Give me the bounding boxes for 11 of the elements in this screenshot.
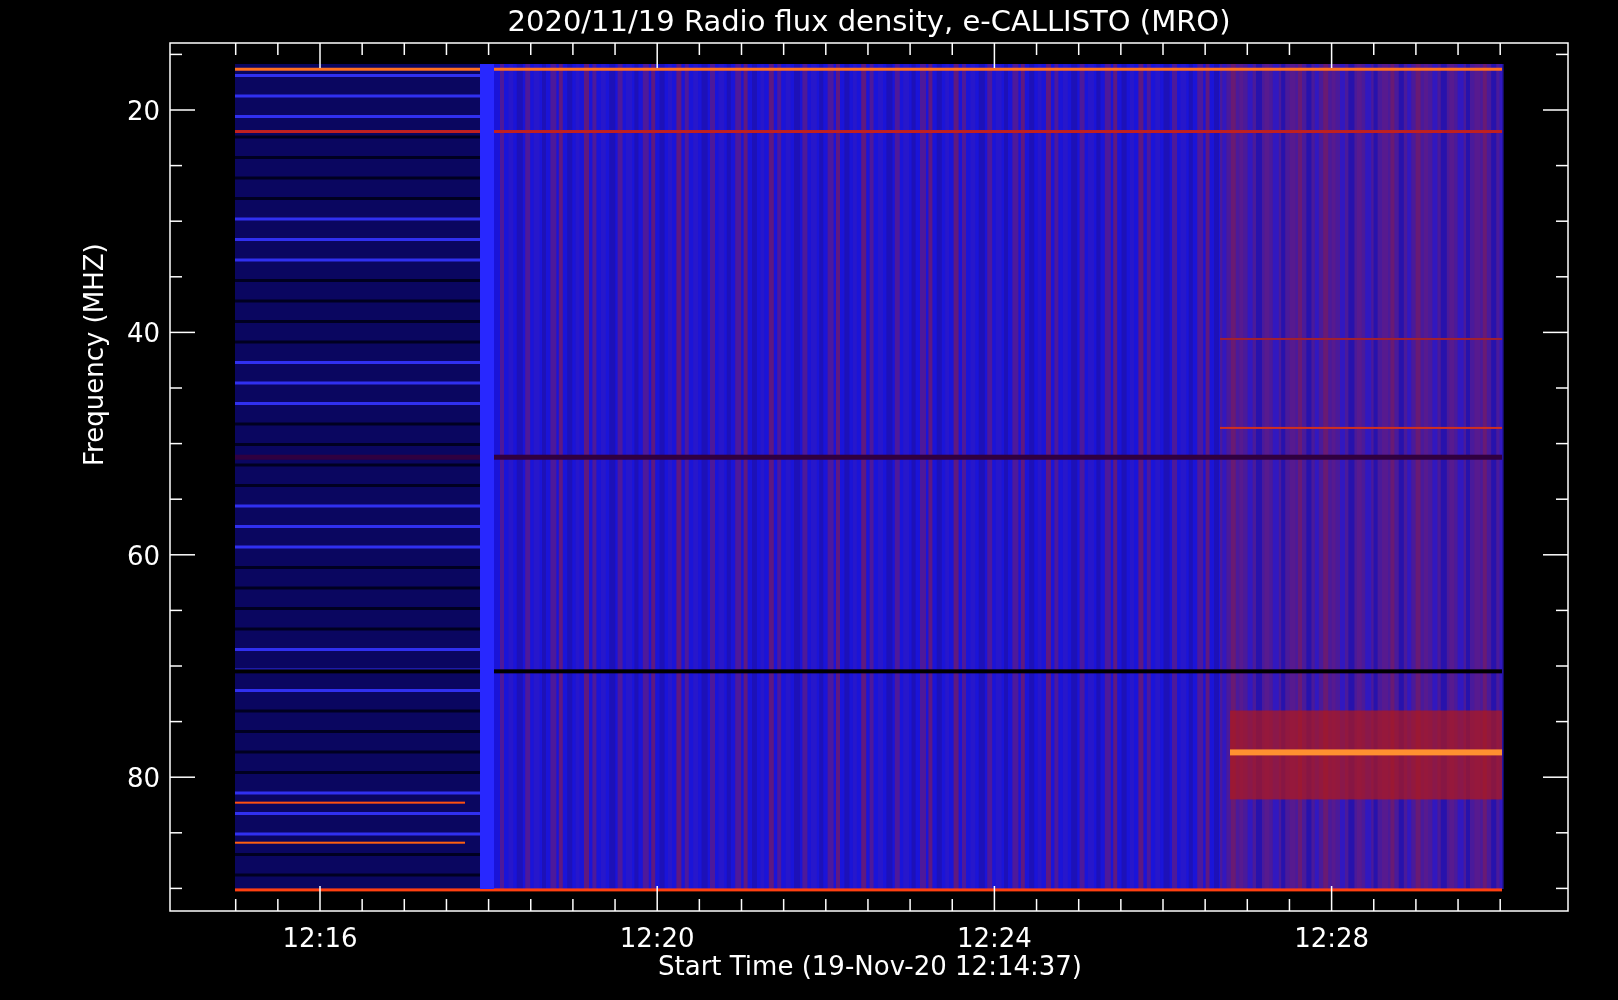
tick-label: 80 — [126, 763, 160, 794]
chart-title: 2020/11/19 Radio flux density, e-CALLISTO (MRO) — [507, 4, 1231, 38]
tick-label: 12:24 — [956, 923, 1032, 953]
axis-label: Frequency (MHZ) — [79, 243, 109, 466]
axis-label: Start Time (19-Nov-20 12:14:37) — [658, 951, 1082, 981]
tick-label: 12:20 — [619, 923, 695, 953]
tick-label: 60 — [126, 540, 160, 571]
tick-label: 12:16 — [282, 923, 358, 953]
tick-label: 20 — [126, 96, 160, 126]
tick-label: 12:28 — [1294, 923, 1370, 953]
tick-label: 40 — [126, 318, 160, 349]
